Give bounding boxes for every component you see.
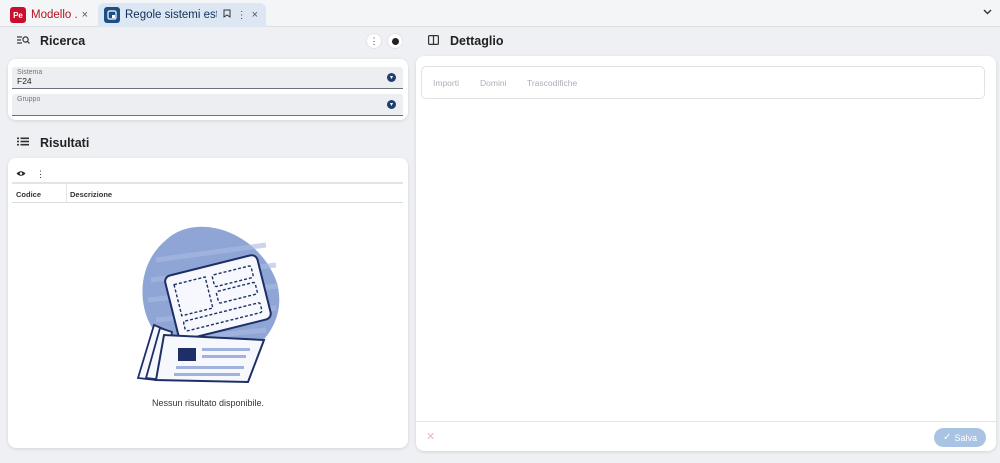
tab-domini[interactable]: Domini	[480, 78, 506, 88]
sistema-field[interactable]: Sistema F24 ▾	[12, 67, 403, 89]
column-header-descrizione[interactable]: Descrizione	[70, 184, 112, 203]
check-icon: ✓	[943, 432, 952, 443]
save-label: Salva	[954, 432, 977, 443]
detail-tabs: Importi Domini Trascodifiche	[421, 66, 985, 99]
dettaglio-card: Importi Domini Trascodifiche ✕ ✓ Salva	[416, 56, 996, 451]
column-header-codice[interactable]: Codice	[12, 184, 67, 203]
ricerca-card: Sistema F24 ▾ Gruppo ▾	[8, 59, 408, 120]
risultati-header: Risultati	[14, 136, 89, 150]
eye-icon[interactable]	[16, 169, 26, 179]
empty-folder-illustration	[126, 220, 286, 393]
ricerca-header: Ricerca	[14, 34, 85, 48]
field-value: F24	[17, 76, 32, 86]
tab-label: Modello ...	[31, 9, 77, 21]
dettaglio-title: Dettaglio	[450, 34, 504, 48]
dropdown-circle-icon[interactable]: ▾	[387, 73, 396, 82]
app-logo-icon: Pe	[10, 7, 26, 23]
gruppo-field[interactable]: Gruppo ▾	[12, 94, 403, 116]
table-toolbar: ⋮	[12, 166, 403, 183]
panel-icon[interactable]	[424, 34, 442, 48]
more-vert-icon[interactable]: ⋮	[237, 10, 247, 21]
dropdown-circle-icon[interactable]: ▾	[387, 100, 396, 109]
detail-footer: ✕ ✓ Salva	[416, 421, 996, 451]
tab-importi[interactable]: Importi	[433, 78, 459, 88]
tab-modello[interactable]: Pe Modello ... ×	[4, 3, 96, 27]
table-header: Codice Descrizione	[12, 183, 403, 203]
tab-regole-sistemi-esterni[interactable]: Regole sistemi esterni ⋮ ×	[98, 3, 266, 27]
more-vert-icon[interactable]: ⋮	[36, 169, 45, 180]
tab-trascodifiche[interactable]: Trascodifiche	[527, 78, 577, 88]
close-icon[interactable]: ×	[252, 9, 258, 21]
empty-results-message: Nessun risultato disponibile.	[151, 398, 265, 408]
list-icon	[14, 137, 32, 149]
field-label: Sistema	[17, 69, 43, 76]
window-icon	[104, 7, 120, 23]
ricerca-title: Ricerca	[40, 34, 86, 48]
bookmark-icon[interactable]	[223, 9, 231, 21]
risultati-card: ⋮ Codice Descrizione Nessun risultato di…	[8, 158, 408, 448]
search-list-icon	[14, 35, 32, 48]
tab-label: Regole sistemi esterni	[125, 9, 217, 21]
chevron-down-icon[interactable]	[983, 7, 992, 18]
tab-bar: Pe Modello ... × Regole sistemi esterni …	[0, 0, 1000, 27]
toggle-dot-icon	[391, 37, 399, 45]
close-icon[interactable]: ×	[82, 9, 88, 21]
ricerca-more-button[interactable]: ⋮	[366, 33, 382, 49]
risultati-title: Risultati	[40, 136, 90, 150]
save-button[interactable]: ✓ Salva	[934, 428, 986, 447]
field-label: Gruppo	[17, 96, 41, 103]
dettaglio-header: Dettaglio	[424, 34, 503, 48]
cancel-button[interactable]: ✕	[426, 430, 435, 443]
ricerca-toggle-button[interactable]	[387, 33, 403, 49]
